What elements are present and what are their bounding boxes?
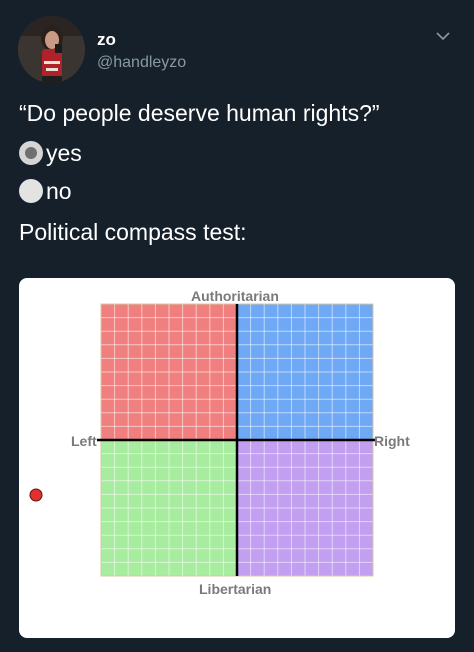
tweet-caption: Political compass test: xyxy=(19,219,247,245)
poll-option-label: yes xyxy=(46,140,82,166)
author-display-name[interactable]: zo xyxy=(97,30,116,50)
political-compass-image[interactable]: Authoritarian Libertarian Left Right xyxy=(19,278,455,638)
poll-option-no[interactable]: no xyxy=(19,172,459,210)
radio-unselected-icon[interactable] xyxy=(19,179,43,203)
label-left: Left xyxy=(71,433,97,449)
label-libertarian: Libertarian xyxy=(199,581,272,597)
avatar[interactable] xyxy=(18,16,85,83)
chevron-down-icon[interactable] xyxy=(436,31,450,41)
tweet-body: “Do people deserve human rights?” yes no… xyxy=(19,98,459,247)
radio-selected-icon[interactable] xyxy=(19,141,43,165)
poll-option-yes[interactable]: yes xyxy=(19,134,459,172)
label-authoritarian: Authoritarian xyxy=(191,288,279,304)
tweet-question: “Do people deserve human rights?” xyxy=(19,100,380,126)
poll-option-label: no xyxy=(46,178,72,204)
author-handle[interactable]: @handleyzo xyxy=(97,54,186,72)
label-right: Right xyxy=(374,433,410,449)
position-marker xyxy=(29,488,43,502)
